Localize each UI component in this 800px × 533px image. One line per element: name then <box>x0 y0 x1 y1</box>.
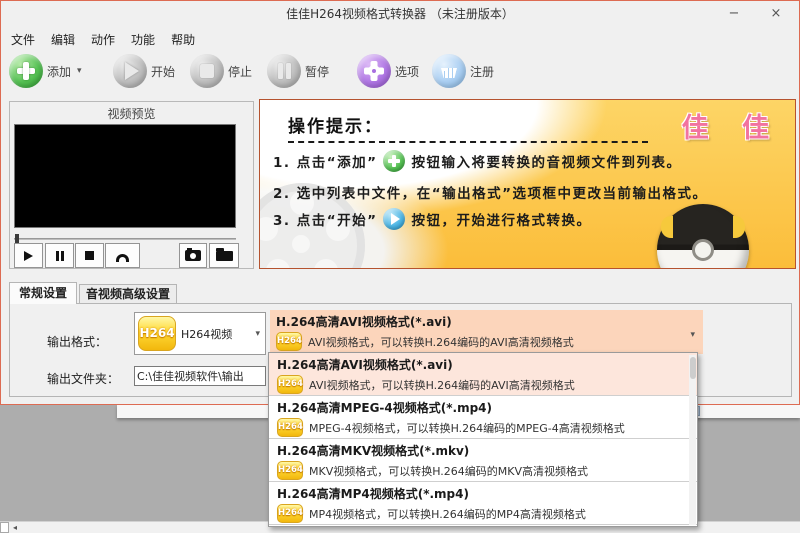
h264-badge-icon: H264 <box>277 504 303 523</box>
dropdown-item-avi[interactable]: H.264高清AVI视频格式(*.avi) H264 AVI视频格式，可以转换H… <box>269 353 697 396</box>
pause-button-label: 暂停 <box>305 64 330 79</box>
add-dropdown-caret-icon[interactable]: ▾ <box>77 66 82 76</box>
add-button-label: 添加 <box>47 64 72 79</box>
format-dropdown-list: H.264高清AVI视频格式(*.avi) H264 AVI视频格式，可以转换H… <box>268 352 698 527</box>
preview-pause-button[interactable] <box>45 243 74 268</box>
seek-track <box>14 238 236 240</box>
preview-audio-button[interactable] <box>105 243 140 268</box>
h264-badge-icon: H264 <box>277 461 303 480</box>
chevron-down-icon[interactable]: ▾ <box>690 330 695 340</box>
add-plus-icon <box>9 54 43 88</box>
menu-action[interactable]: 动作 <box>83 29 123 49</box>
selected-format-desc: AVI视频格式，可以转换H.264编码的AVI高清视频格式 <box>308 335 574 349</box>
camera-icon <box>185 248 201 261</box>
dropdown-item-mp4[interactable]: H.264高清MP4视频格式(*.mp4) H264 MP4视频格式，可以转换H… <box>269 482 697 525</box>
toolbar: 添加 ▾ 开始 停止 暂停 选项 注册 <box>1 49 799 96</box>
start-button-label: 开始 <box>151 64 176 79</box>
dropdown-item-mkv[interactable]: H.264高清MKV视频格式(*.mkv) H264 MKV视频格式，可以转换H… <box>269 439 697 482</box>
brand-logo: 佳 佳 <box>681 113 781 144</box>
decorative-ball-graphic <box>657 204 749 268</box>
output-folder-label: 输出文件夹： <box>47 372 120 386</box>
video-preview-title: 视频预览 <box>107 107 156 121</box>
dropdown-item-mpeg4[interactable]: H.264高清MPEG-4视频格式(*.mp4) H264 MPEG-4视频格式… <box>269 396 697 439</box>
tab-advanced-av-settings[interactable]: 音视频高级设置 <box>79 284 177 304</box>
format-category-combobox[interactable]: H264 H264视频 ▾ <box>134 312 266 355</box>
output-format-label: 输出格式： <box>47 335 108 349</box>
tips-divider <box>288 141 648 143</box>
h264-badge-icon: H264 <box>276 332 302 351</box>
menu-file[interactable]: 文件 <box>3 29 43 49</box>
snapshot-button[interactable] <box>179 243 207 268</box>
close-button[interactable]: × <box>759 3 793 25</box>
pause-bars-icon <box>267 54 301 88</box>
preview-play-button[interactable] <box>14 243 43 268</box>
headphones-icon <box>116 253 129 262</box>
pause-button[interactable]: 暂停 <box>267 54 329 88</box>
tip-2-text: 2. 选中列表中文件，在“输出格式”选项框中更改当前输出格式。 <box>273 186 708 202</box>
register-button[interactable]: 注册 <box>432 54 494 88</box>
tip-1-text-post: 按钮输入将要转换的音视频文件到列表。 <box>411 155 682 171</box>
h264-badge-icon: H264 <box>277 418 303 437</box>
h264-badge-icon: H264 <box>277 375 303 394</box>
tip-line-2: 2. 选中列表中文件，在“输出格式”选项框中更改当前输出格式。 <box>273 182 707 202</box>
gear-icon <box>357 54 391 88</box>
tip-line-3: 3. 点击“开始” 按钮，开始进行格式转换。 <box>273 208 591 230</box>
start-button[interactable]: 开始 <box>113 54 175 88</box>
app-window: 佳佳H264视频格式转换器 （未注册版本） − × 文件 编辑 动作 功能 帮助… <box>0 0 800 405</box>
minimize-button[interactable]: − <box>717 3 751 25</box>
register-button-label: 注册 <box>470 64 495 79</box>
video-preview-panel: 视频预览 <box>9 101 254 269</box>
pause-icon <box>55 250 64 261</box>
stop-icon <box>85 251 94 260</box>
open-folder-button[interactable] <box>209 243 239 268</box>
video-display-area <box>14 124 236 228</box>
add-button[interactable]: 添加 ▾ <box>9 54 82 88</box>
tip-3-text-post: 按钮，开始进行格式转换。 <box>411 213 592 229</box>
scrollbar-corner-box <box>0 522 9 533</box>
options-button-label: 选项 <box>395 64 420 79</box>
output-format-combobox[interactable]: H.264高清AVI视频格式(*.avi) H264 AVI视频格式，可以转换H… <box>270 310 703 354</box>
scroll-left-arrow-icon[interactable]: ◂ <box>13 523 17 532</box>
start-play-icon <box>113 54 147 88</box>
dropdown-scrollbar[interactable] <box>689 355 696 525</box>
tip-3-text-pre: 3. 点击“开始” <box>273 213 378 229</box>
chevron-down-icon[interactable]: ▾ <box>255 329 260 339</box>
tip-1-text-pre: 1. 点击“添加” <box>273 155 378 171</box>
format-category-value: H264视频 <box>181 327 233 341</box>
play-icon <box>24 250 33 261</box>
stop-square-icon <box>190 54 224 88</box>
menu-function[interactable]: 功能 <box>123 29 163 49</box>
menu-bar: 文件 编辑 动作 功能 帮助 <box>3 29 203 49</box>
folder-icon <box>215 247 233 261</box>
tab-general-settings[interactable]: 常规设置 <box>9 282 77 304</box>
output-folder-input[interactable] <box>134 366 266 386</box>
title-bar[interactable]: 佳佳H264视频格式转换器 （未注册版本） − × <box>1 1 799 27</box>
stop-button[interactable]: 停止 <box>190 54 252 88</box>
inline-start-icon <box>383 208 406 230</box>
operation-tips-panel: 操作提示： 佳 佳 1. 点击“添加” 按钮输入将要转换的音视频文件到列表。 2… <box>259 99 796 269</box>
inline-add-icon <box>383 150 406 172</box>
preview-stop-button[interactable] <box>75 243 104 268</box>
stop-button-label: 停止 <box>228 64 253 79</box>
tip-line-1: 1. 点击“添加” 按钮输入将要转换的音视频文件到列表。 <box>273 150 681 172</box>
window-title: 佳佳H264视频格式转换器 （未注册版本） <box>286 7 514 21</box>
selected-format-title: H.264高清AVI视频格式(*.avi) <box>276 315 452 329</box>
h264-badge-icon: H264 <box>138 316 176 351</box>
options-button[interactable]: 选项 <box>357 54 419 88</box>
basket-icon <box>432 54 466 88</box>
menu-edit[interactable]: 编辑 <box>43 29 83 49</box>
tips-title: 操作提示： <box>288 117 383 137</box>
menu-help[interactable]: 帮助 <box>163 29 203 49</box>
dropdown-scrollbar-thumb[interactable] <box>689 357 696 379</box>
